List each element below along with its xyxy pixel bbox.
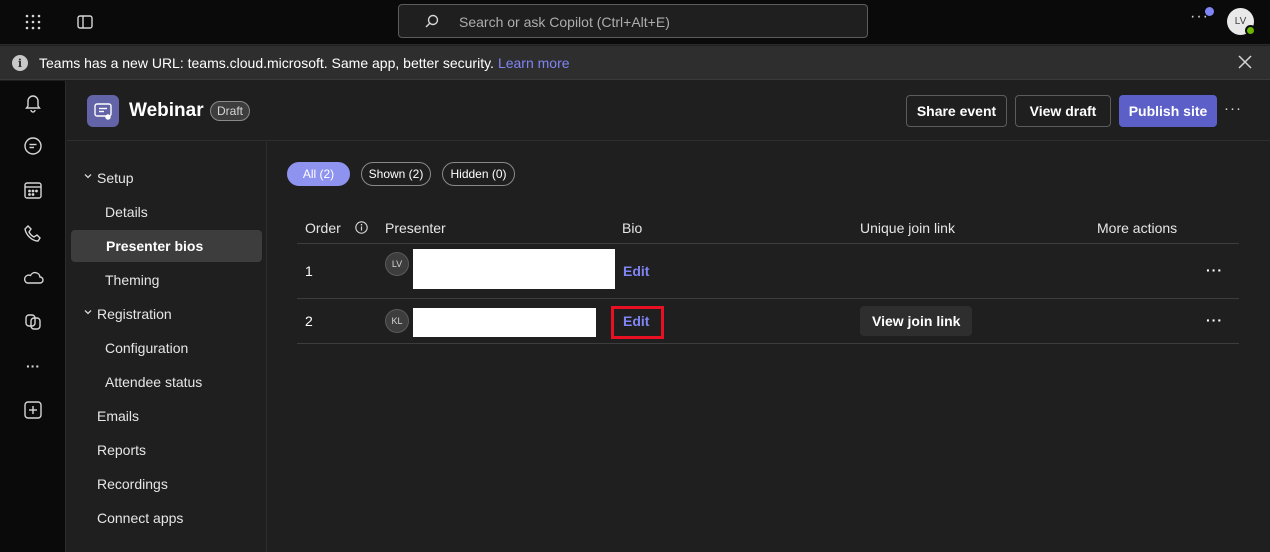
redacted-presenter-name: [413, 249, 615, 289]
edit-bio-link[interactable]: Edit: [623, 313, 649, 329]
search-icon: [425, 14, 439, 28]
more-apps-icon[interactable]: ···: [21, 354, 45, 378]
nav-item-recordings[interactable]: Recordings: [71, 468, 263, 500]
filter-shown-pill[interactable]: Shown (2): [361, 162, 431, 186]
row-divider: [297, 243, 1239, 244]
close-icon[interactable]: [1237, 54, 1253, 70]
nav-label-connect-apps: Connect apps: [97, 510, 184, 526]
banner-text: Teams has a new URL: teams.cloud.microso…: [39, 55, 570, 71]
column-header-order: Order: [305, 220, 341, 236]
nav-label-details: Details: [105, 204, 148, 220]
header-more-icon[interactable]: ···: [1224, 100, 1242, 117]
presence-available-icon: [1245, 25, 1256, 36]
nav-label-setup: Setup: [97, 170, 134, 186]
presenter-avatar: KL: [385, 309, 409, 333]
view-join-link-button[interactable]: View join link: [860, 306, 973, 336]
redacted-presenter-name: [413, 308, 596, 337]
chevron-down-icon: [84, 174, 92, 179]
nav-label-emails: Emails: [97, 408, 140, 424]
row-divider: [297, 343, 1239, 344]
app-rail: ···: [0, 81, 66, 552]
webinar-icon: [87, 95, 119, 127]
nav-label-presenter-bios: Presenter bios: [106, 238, 204, 254]
notification-dot: [1205, 7, 1214, 16]
presenter-bios-panel: All (2) Shown (2) Hidden (0) Order Prese…: [268, 142, 1270, 552]
search-input[interactable]: Search or ask Copilot (Ctrl+Alt+E): [398, 4, 868, 38]
presenter-initials: LV: [391, 259, 403, 269]
nav-item-emails[interactable]: Emails: [71, 400, 263, 432]
nav-label-reports: Reports: [97, 442, 147, 458]
nav-item-connect-apps[interactable]: Connect apps: [71, 502, 263, 534]
nav-label-registration: Registration: [97, 306, 172, 322]
row-more-actions-icon[interactable]: ···: [1206, 262, 1223, 278]
nav-item-attendee-status[interactable]: Attendee status: [71, 366, 263, 398]
calls-icon[interactable]: [21, 222, 45, 246]
info-icon: i: [12, 55, 28, 71]
order-cell: 2: [305, 313, 313, 329]
nav-label-theming: Theming: [105, 272, 160, 288]
nav-label-attendee-status: Attendee status: [105, 374, 203, 390]
edit-bio-link[interactable]: Edit: [623, 263, 649, 279]
publish-site-button[interactable]: Publish site: [1119, 95, 1217, 127]
chevron-down-icon: [84, 310, 92, 315]
info-banner: i Teams has a new URL: teams.cloud.micro…: [0, 46, 1270, 80]
column-header-join-link: Unique join link: [860, 220, 955, 236]
nav-group-setup[interactable]: Setup: [71, 162, 263, 194]
nav-item-details[interactable]: Details: [71, 196, 263, 228]
onedrive-icon[interactable]: [21, 266, 45, 290]
search-placeholder: Search or ask Copilot (Ctrl+Alt+E): [459, 14, 670, 30]
event-nav: Setup Details Presenter bios Theming Reg…: [67, 142, 267, 552]
nav-group-registration[interactable]: Registration: [71, 298, 263, 330]
nav-item-presenter-bios[interactable]: Presenter bios: [71, 230, 262, 262]
row-more-actions-icon[interactable]: ···: [1206, 312, 1223, 328]
column-header-more-actions: More actions: [1097, 220, 1178, 236]
nav-item-configuration[interactable]: Configuration: [71, 332, 263, 364]
filter-all-pill[interactable]: All (2): [287, 162, 350, 186]
view-draft-button[interactable]: View draft: [1015, 95, 1111, 127]
nav-label-recordings: Recordings: [97, 476, 168, 492]
nav-item-reports[interactable]: Reports: [71, 434, 263, 466]
chat-icon[interactable]: [21, 134, 45, 158]
column-header-presenter: Presenter: [385, 220, 446, 236]
column-header-bio: Bio: [622, 220, 643, 236]
bell-icon[interactable]: [21, 91, 45, 115]
banner-message: Teams has a new URL: teams.cloud.microso…: [39, 55, 494, 71]
add-apps-icon[interactable]: [21, 398, 45, 422]
info-icon[interactable]: [355, 221, 368, 234]
title-bar: Search or ask Copilot (Ctrl+Alt+E) ··· L…: [0, 0, 1270, 45]
page-header: Webinar Draft Share event View draft Pub…: [67, 81, 1270, 141]
presenter-initials: KL: [391, 316, 403, 326]
status-badge: Draft: [210, 101, 251, 121]
page-title: Webinar: [129, 100, 204, 121]
share-event-button[interactable]: Share event: [906, 95, 1007, 127]
presenter-avatar: LV: [385, 252, 409, 276]
learn-more-link[interactable]: Learn more: [498, 55, 570, 71]
nav-label-configuration: Configuration: [105, 340, 189, 356]
app-launcher-icon[interactable]: [21, 10, 45, 34]
copilot-icon[interactable]: [21, 310, 45, 334]
order-cell: 1: [305, 263, 313, 279]
calendar-icon[interactable]: [21, 178, 45, 202]
row-divider: [297, 298, 1239, 299]
filter-hidden-pill[interactable]: Hidden (0): [442, 162, 515, 186]
sidebar-toggle-icon[interactable]: [73, 10, 97, 34]
avatar-initials: LV: [1234, 16, 1247, 27]
nav-item-theming[interactable]: Theming: [71, 264, 263, 296]
